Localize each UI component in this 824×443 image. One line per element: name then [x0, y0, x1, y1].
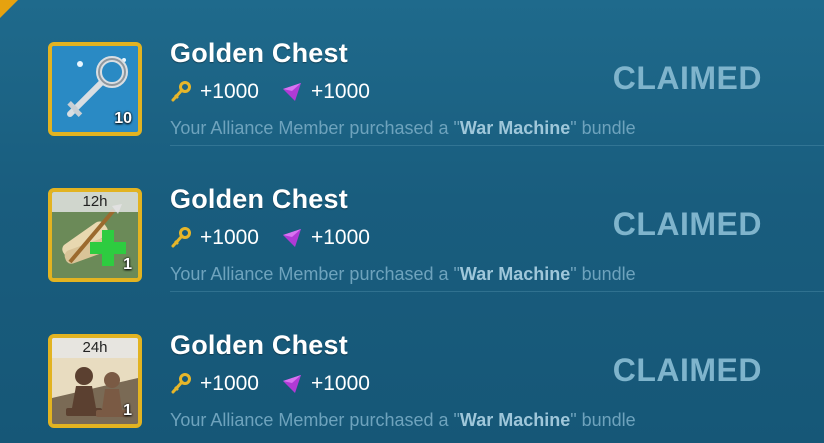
gem-reward: +1000: [281, 226, 370, 250]
gem-reward-amount: +1000: [310, 226, 370, 249]
claimed-status: CLAIMED: [612, 206, 762, 242]
gem-reward-amount: +1000: [310, 80, 370, 103]
timer-label: 24h: [52, 338, 138, 358]
key-reward: +1000: [170, 372, 259, 396]
item-title: Golden Chest: [170, 330, 348, 360]
item-count: 1: [123, 256, 132, 273]
reward-row: +1000 +1000: [170, 224, 392, 252]
claimed-status: CLAIMED: [612, 60, 762, 96]
item-title: Golden Chest: [170, 38, 348, 68]
reward-row: +1000 +1000: [170, 78, 392, 106]
timer-label: 12h: [52, 192, 138, 212]
item-count: 1: [123, 402, 132, 419]
gift-list-item: 10 Golden Chest +1000 +1000 Your Allianc…: [0, 0, 824, 146]
description-suffix: " bundle: [570, 410, 636, 430]
reward-row: +1000 +1000: [170, 370, 392, 398]
bundle-name: War Machine: [459, 264, 571, 284]
item-description: Your Alliance Member purchased a "War Ma…: [170, 410, 636, 431]
key-reward: +1000: [170, 80, 259, 104]
purple-gem-icon: [282, 83, 301, 101]
gift-list-item: 12h 1 Golden Chest +1000 +1000 Your Alli…: [0, 146, 824, 292]
claimed-status: CLAIMED: [612, 352, 762, 388]
gem-reward: +1000: [281, 80, 370, 104]
description-suffix: " bundle: [570, 264, 636, 284]
item-title: Golden Chest: [170, 184, 348, 214]
key-reward-amount: +1000: [200, 80, 259, 103]
key-reward-amount: +1000: [200, 372, 259, 395]
description-text: Your Alliance Member purchased a ": [170, 264, 460, 284]
gem-reward: +1000: [281, 372, 370, 396]
bundle-name: War Machine: [459, 118, 571, 138]
item-icon-frame: 24h 1: [48, 334, 142, 428]
golden-key-icon: [171, 227, 191, 248]
item-description: Your Alliance Member purchased a "War Ma…: [170, 264, 636, 285]
description-text: Your Alliance Member purchased a ": [170, 118, 460, 138]
description-suffix: " bundle: [570, 118, 636, 138]
purple-gem-icon: [282, 375, 301, 393]
item-icon-frame: 10: [48, 42, 142, 136]
bundle-name: War Machine: [459, 410, 571, 430]
key-reward-amount: +1000: [200, 226, 259, 249]
key-reward: +1000: [170, 226, 259, 250]
gem-reward-amount: +1000: [310, 372, 370, 395]
purple-gem-icon: [282, 229, 301, 247]
golden-key-icon: [171, 373, 191, 394]
item-icon-frame: 12h 1: [48, 188, 142, 282]
item-description: Your Alliance Member purchased a "War Ma…: [170, 118, 636, 139]
item-count: 10: [114, 110, 132, 127]
description-text: Your Alliance Member purchased a ": [170, 410, 460, 430]
gift-list-item: 24h 1 Golden Chest +1000 +1000 Your Alli…: [0, 292, 824, 438]
golden-key-icon: [171, 81, 191, 102]
